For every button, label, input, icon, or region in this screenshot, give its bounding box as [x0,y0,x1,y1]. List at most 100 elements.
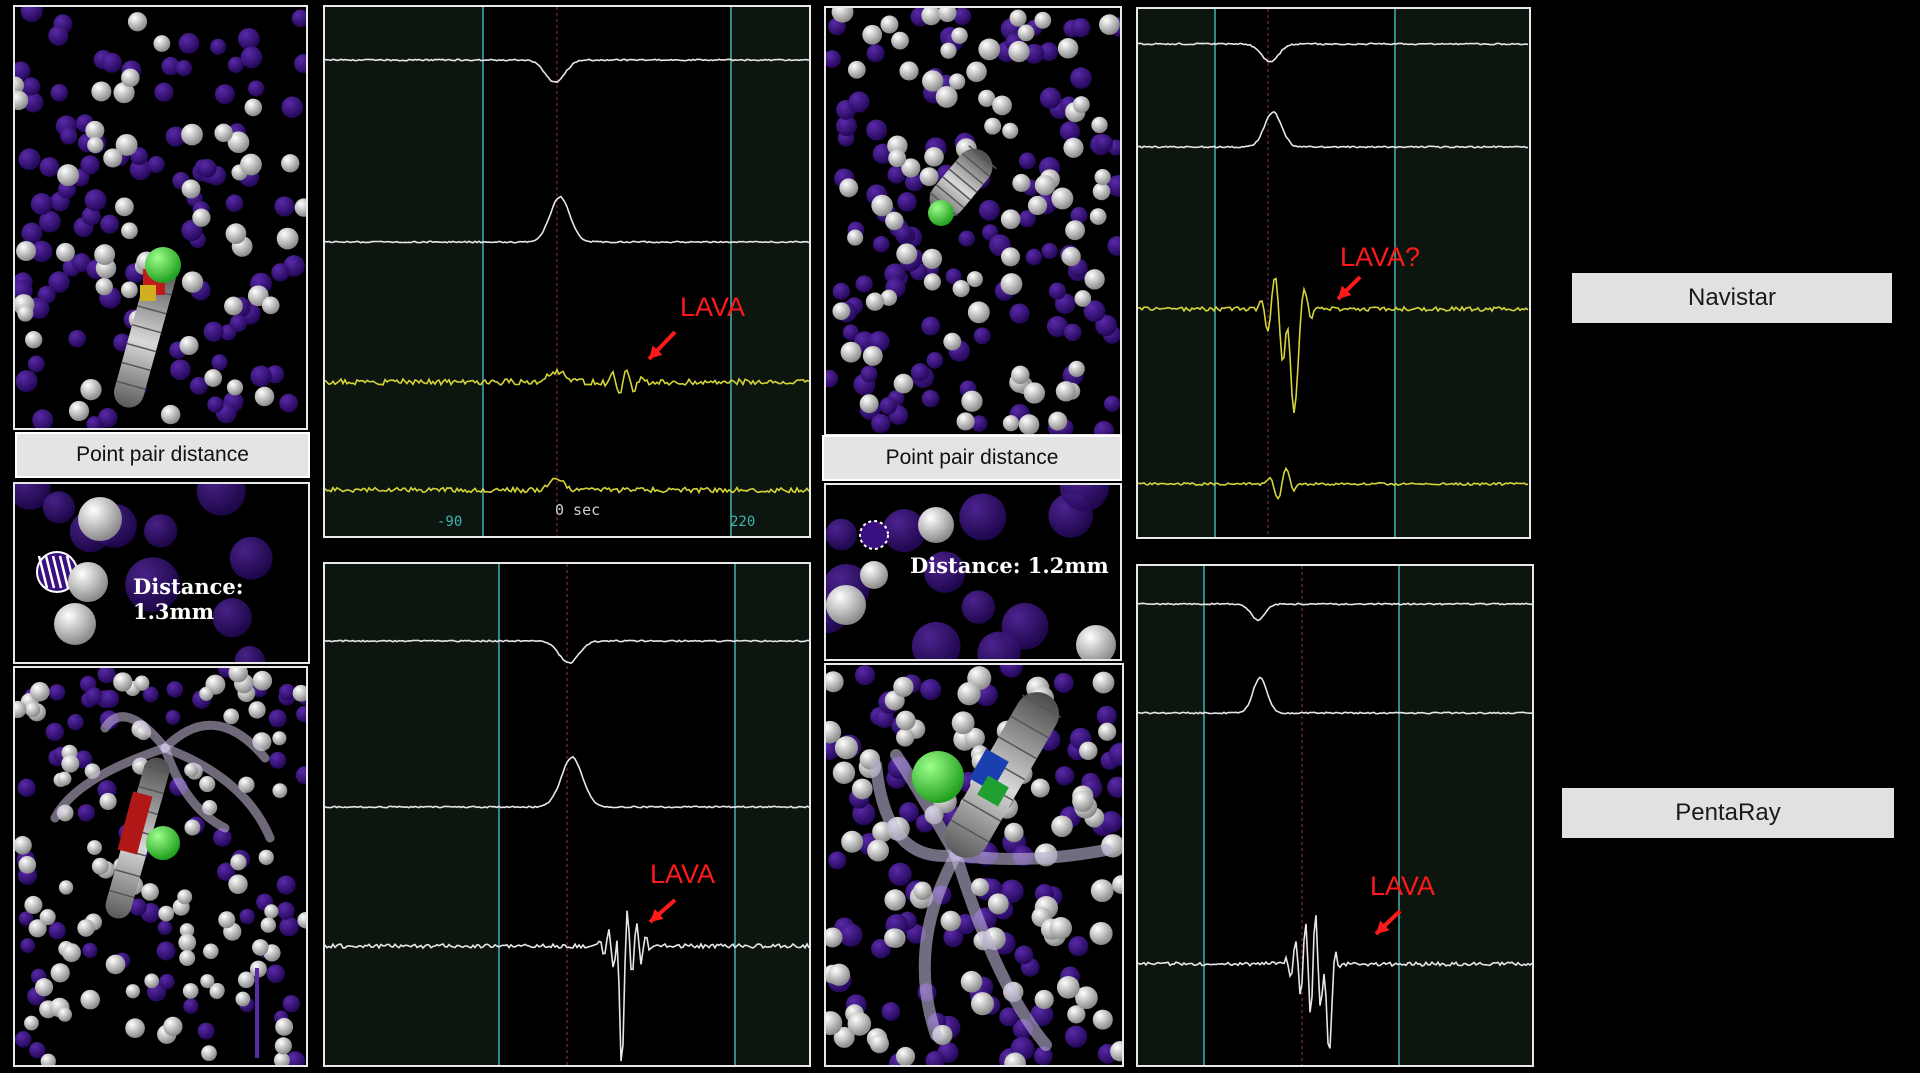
map-point-purple [68,329,87,348]
map-point-purple [77,804,95,822]
window-of-interest [499,564,735,1065]
map-point-white [1000,209,1021,230]
window-of-interest [483,7,731,536]
map-point-purple [1048,282,1067,300]
map-point-white [1057,38,1079,59]
map-point-white [127,12,148,32]
map-point-white [160,404,181,425]
map-point-white [847,1012,872,1036]
map-point-purple [15,1031,32,1048]
map-point-white [260,917,276,933]
map-point-purple [22,77,41,96]
map-point-white [141,883,159,901]
map-point-white [832,761,856,784]
map-point-white [1027,195,1048,216]
map-point-white [851,778,873,800]
map-point-white [891,31,909,50]
navistar-label: Navistar [1572,273,1892,323]
map-point-purple [248,80,265,97]
selected-point-b [860,561,888,589]
map-point-white [960,970,983,993]
map-point-white [235,991,251,1007]
map-point-purple [39,157,60,177]
map-point-white [1002,415,1020,432]
map-point-white [17,305,34,322]
map-point-white [1091,116,1108,134]
map-point-purple [210,38,227,55]
map-point-white [226,379,244,396]
map-point-white [78,497,122,541]
map-point-purple [281,96,304,118]
map-point-white [1000,273,1023,295]
map-point-purple [920,678,942,701]
map-point-purple [1041,242,1058,259]
map-point-white [181,179,201,199]
map-point-white [1034,174,1056,196]
map-point-white [120,281,138,299]
map-point-white [281,154,300,173]
map-point-purple [888,862,912,886]
map-point-white [862,345,883,366]
distance-readout-pentaray: Distance: 1.2mm [910,553,1109,578]
map-point-white [224,296,243,316]
map-point-white [54,603,96,645]
map-point-white [261,296,280,315]
map-point-purple [42,491,76,524]
egm-panel-pentaray-2: LAVA [1136,564,1534,1067]
map-point-purple [144,514,178,548]
map-point-purple [958,230,975,247]
map-point-white [204,369,223,387]
map-point-white [272,731,287,746]
map-point-white [99,792,117,811]
egm-panel-navistar-2: LAVA? [1136,7,1531,539]
axis-tick-right: 220 [730,514,756,530]
map-point-white [177,889,193,905]
map-point-purple [1053,673,1074,693]
map-point-white [1112,875,1122,894]
map-point-white [144,973,159,989]
pentaray-map-view-2 [824,663,1124,1067]
map-point-white [895,710,916,731]
map-point-white [922,70,944,92]
map-point-white [1002,122,1019,139]
map-point-white [55,242,75,262]
map-point-white [62,943,81,963]
map-point-white [828,963,851,986]
pentaray-map-scene-2 [826,665,1122,1065]
map-point-white [91,81,112,102]
map-point-white [1049,916,1072,940]
lava-question-annotation: LAVA? [1340,242,1421,272]
map-point-purple [97,668,116,684]
map-point-purple [291,9,306,28]
map-point-white [1030,778,1050,798]
map-point-white [1055,381,1077,402]
map-point-white [201,1045,217,1062]
map-point-white [228,874,248,894]
map-point-white [888,149,907,168]
map-point-white [834,736,859,760]
map-point-purple [826,50,841,68]
map-point-purple [866,44,885,63]
map-point-white [24,701,41,718]
map-point-purple [101,689,120,708]
map-point-white [80,379,102,401]
map-point-white [967,301,990,324]
map-point-white [1089,208,1107,225]
map-point-white [826,585,866,625]
map-point-purple [271,263,290,282]
map-point-purple [85,687,103,706]
map-point-white [179,335,199,356]
map-point-white [214,123,233,143]
map-point-purple [18,149,40,170]
map-point-white [884,928,904,948]
map-point-white [896,243,918,265]
map-point-white [240,153,262,176]
map-point-white [1072,96,1090,114]
map-point-white [25,331,43,349]
map-point-purple [48,25,69,46]
map-point-white [178,933,197,952]
map-point-purple [839,923,863,947]
map-point-white [237,971,255,989]
map-point-white [839,178,859,198]
map-point-purple [296,706,306,723]
